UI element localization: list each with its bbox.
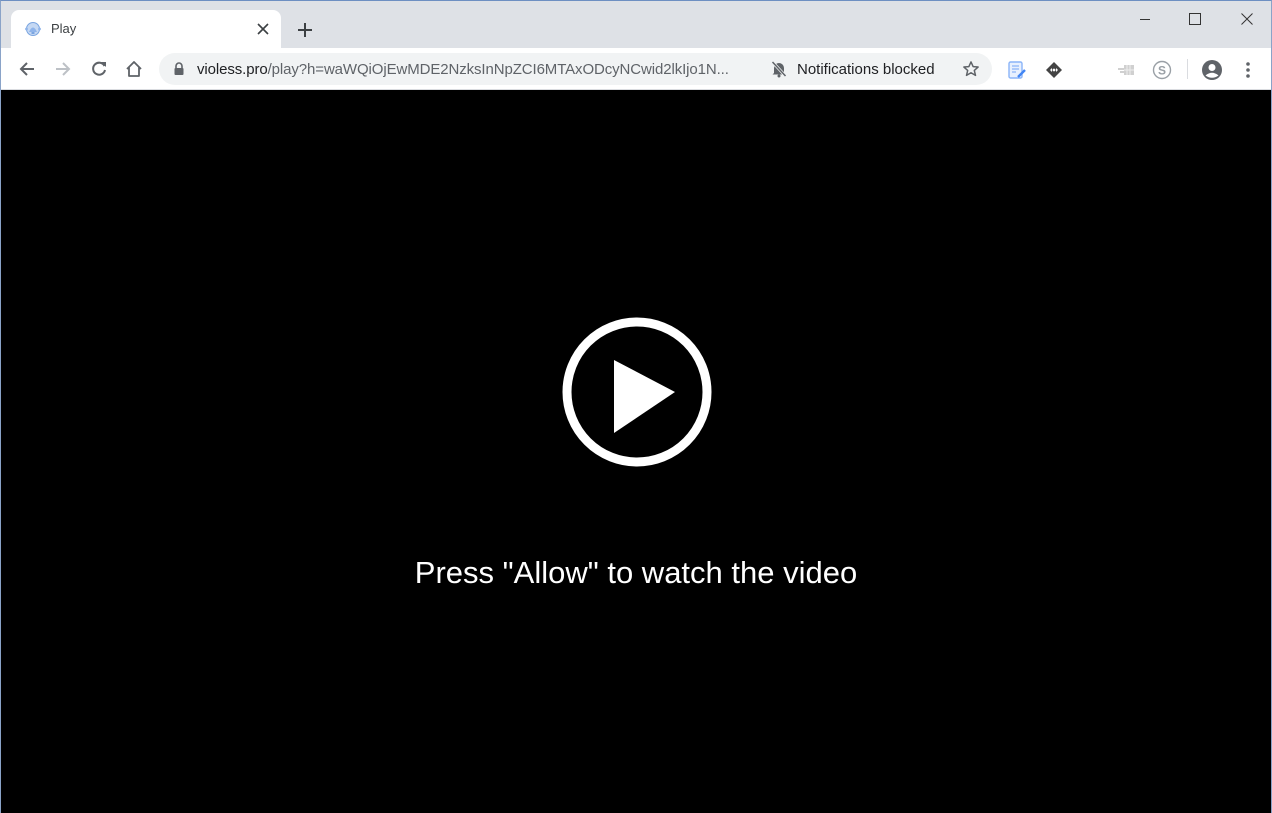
diamond-extension-button[interactable] — [1043, 59, 1065, 81]
page-content: Press "Allow" to watch the video — [1, 90, 1271, 813]
url-path: /play?h=waWQiOjEwMDE2NzksInNpZCI6MTAxODc… — [267, 61, 729, 78]
profile-button[interactable] — [1201, 59, 1223, 81]
close-icon — [1241, 13, 1253, 25]
reload-icon — [92, 61, 106, 76]
home-icon — [126, 61, 142, 77]
url-text[interactable]: violess.pro/play?h=waWQiOjEwMDE2NzksInNp… — [197, 61, 729, 78]
account-circle-icon — [1202, 60, 1222, 80]
bell-favicon-icon — [24, 20, 42, 38]
tab-play[interactable]: Play — [11, 10, 281, 48]
bell-slash-icon — [771, 60, 787, 78]
notifications-blocked-chip[interactable]: Notifications blocked — [771, 60, 935, 78]
lock-icon[interactable] — [173, 62, 185, 81]
s-circle-icon: S — [1152, 60, 1172, 80]
browser-window: Play violess.pro/play?h=waWQiOjEwMDE2Nzk… — [0, 0, 1272, 813]
home-button[interactable] — [121, 56, 147, 82]
s-extension-button[interactable]: S — [1151, 59, 1173, 81]
close-icon[interactable] — [253, 19, 273, 39]
url-host: violess.pro — [197, 61, 268, 78]
kebab-menu-icon — [1246, 62, 1250, 78]
tab-strip: Play — [1, 1, 1271, 48]
reload-button[interactable] — [86, 56, 112, 82]
allow-prompt-message: Press "Allow" to watch the video — [414, 555, 858, 590]
minimize-button[interactable] — [1122, 5, 1168, 33]
star-icon[interactable] — [962, 60, 980, 83]
new-tab-button[interactable] — [294, 19, 316, 41]
notes-extension-button[interactable] — [1006, 59, 1028, 81]
notes-edit-icon — [1008, 61, 1026, 79]
browser-toolbar: violess.pro/play?h=waWQiOjEwMDE2NzksInNp… — [1, 48, 1271, 90]
svg-text:S: S — [1158, 64, 1166, 78]
window-close-button[interactable] — [1224, 5, 1270, 33]
minimize-icon — [1140, 19, 1150, 20]
maximize-button[interactable] — [1172, 5, 1218, 33]
tab-title: Play — [51, 21, 77, 36]
diamond-arrows-icon — [1046, 62, 1062, 78]
menu-button[interactable] — [1237, 59, 1259, 81]
maximize-icon — [1189, 13, 1201, 25]
notifications-blocked-label: Notifications blocked — [797, 60, 935, 78]
forward-button[interactable] — [50, 56, 76, 82]
play-circle-icon — [562, 317, 712, 467]
toolbar-separator — [1187, 59, 1188, 79]
address-bar[interactable]: violess.pro/play?h=waWQiOjEwMDE2NzksInNp… — [159, 53, 992, 85]
arrow-left-icon — [19, 62, 34, 76]
back-button[interactable] — [14, 56, 40, 82]
grid-extension-button[interactable] — [1115, 59, 1137, 81]
grid-extension-icon — [1118, 65, 1134, 75]
play-button[interactable] — [562, 317, 712, 467]
arrow-right-icon — [56, 62, 71, 76]
plus-icon — [298, 23, 312, 37]
